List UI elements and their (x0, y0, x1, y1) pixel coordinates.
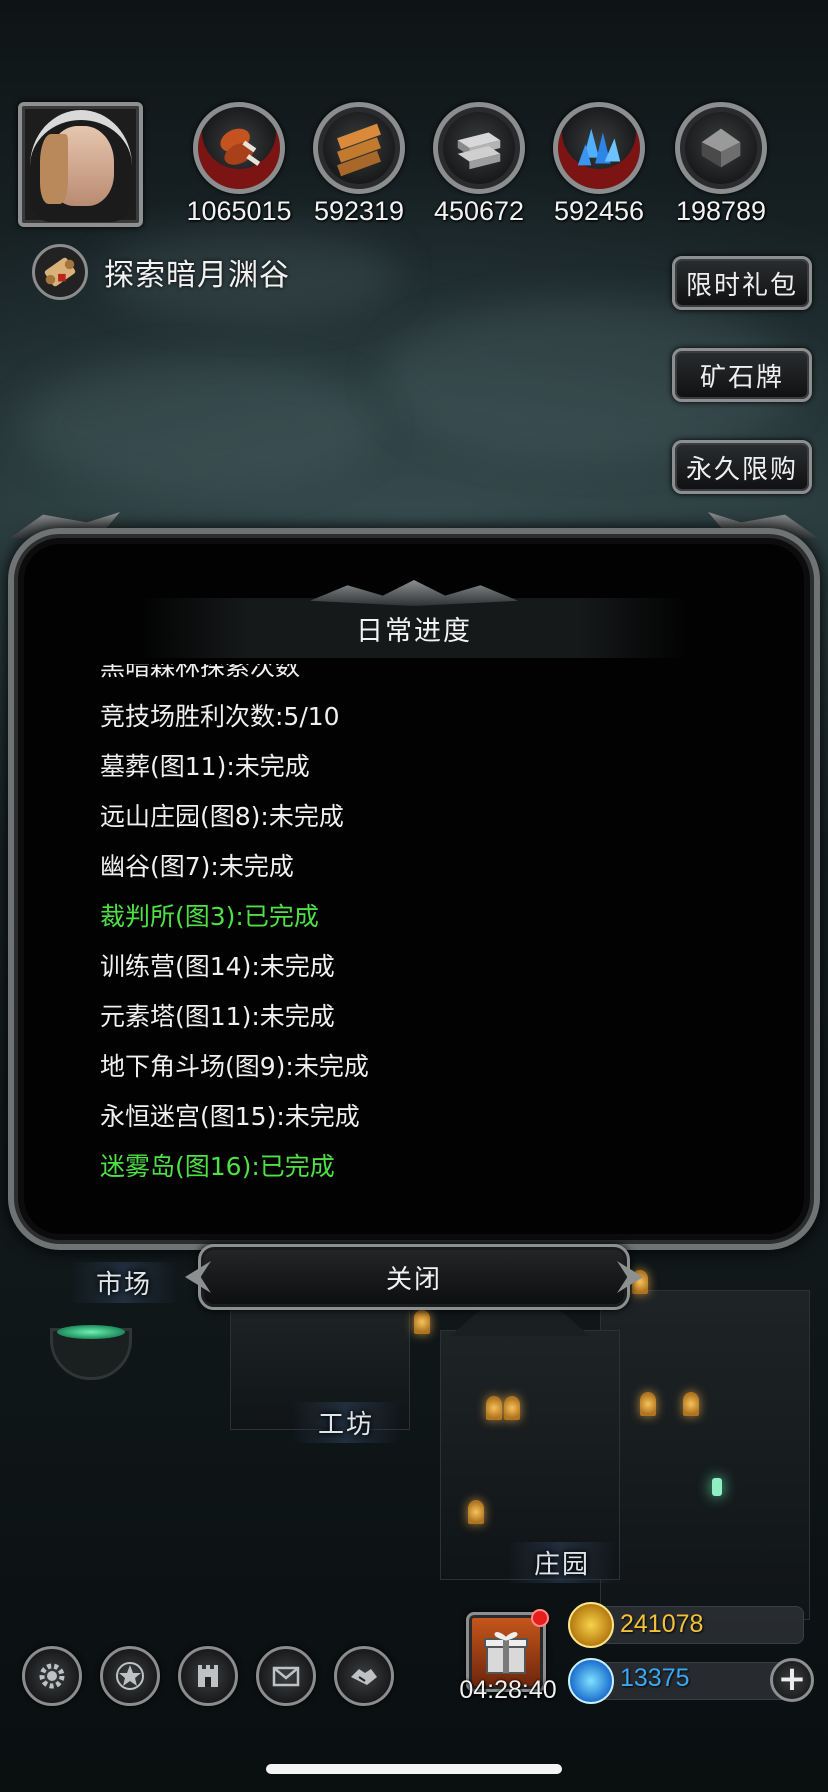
gift-timer: 04:28:40 (459, 1676, 557, 1704)
dialog-title: 日常进度 (356, 615, 472, 647)
dialog-title-bar: 日常进度 (140, 598, 688, 658)
progress-item: 幽谷(图7):未完成 (100, 852, 294, 881)
resource-wood[interactable]: 592319 (294, 102, 424, 227)
scroll-icon (32, 244, 88, 300)
add-gems-button[interactable]: + (770, 1658, 814, 1702)
resource-dark-metal[interactable]: 198789 (656, 102, 786, 227)
progress-item: 黑暗森林探索次数 (100, 664, 301, 681)
mail-icon (272, 1666, 300, 1687)
gear-icon (39, 1663, 65, 1689)
progress-item: 裁判所(图3):已完成 (100, 902, 319, 931)
gem-amount: 13375 (620, 1664, 690, 1692)
progress-item: 墓葬(图11):未完成 (100, 752, 310, 781)
dark-metal-count: 198789 (675, 196, 767, 226)
dark-metal-icon (675, 102, 767, 194)
permanent-limited-button[interactable]: 永久限购 (672, 440, 812, 494)
progress-item: 地下角斗场(图9):未完成 (100, 1052, 369, 1081)
meat-icon (193, 102, 285, 194)
player-avatar[interactable] (18, 102, 143, 227)
progress-item: 迷雾岛(图16):已完成 (100, 1152, 335, 1181)
cauldron (50, 1325, 132, 1380)
close-button[interactable]: 关闭 (198, 1244, 630, 1310)
gift-box-icon (484, 1632, 528, 1674)
gold-coins-icon (568, 1602, 614, 1648)
castle-icon (198, 1665, 218, 1687)
progress-item: 竞技场胜利次数:5/10 (100, 702, 340, 731)
mail-button[interactable] (256, 1646, 316, 1706)
progress-item: 训练营(图14):未完成 (100, 952, 335, 981)
place-label-workshop[interactable]: 工坊 (292, 1402, 401, 1443)
progress-list[interactable]: 黑暗森林探索次数竞技场胜利次数:5/10 墓葬(图11):未完成远山庄园(图8):… (100, 664, 760, 1184)
progress-item: 元素塔(图11):未完成 (100, 1002, 335, 1031)
home-indicator[interactable] (266, 1764, 562, 1774)
notification-dot (531, 1609, 549, 1627)
blue-gem-icon (568, 1658, 614, 1704)
ore-card-button[interactable]: 矿石牌 (672, 348, 812, 402)
iron-count: 450672 (433, 196, 525, 226)
wood-planks-icon (313, 102, 405, 194)
settings-button[interactable] (22, 1646, 82, 1706)
guild-button[interactable] (178, 1646, 238, 1706)
place-label-manor[interactable]: 庄园 (508, 1542, 617, 1583)
quest-text: 探索暗月渊谷 (104, 258, 290, 293)
meat-count: 1065015 (186, 196, 292, 226)
resource-crystal[interactable]: 592456 (534, 102, 664, 227)
star-icon (116, 1662, 144, 1690)
achievements-button[interactable] (100, 1646, 160, 1706)
progress-item: 远山庄园(图8):未完成 (100, 802, 344, 831)
blue-crystal-icon (553, 102, 645, 194)
wood-count: 592319 (313, 196, 405, 226)
resource-meat[interactable]: 1065015 (174, 102, 304, 227)
iron-ingot-icon (433, 102, 525, 194)
limited-gift-button[interactable]: 限时礼包 (672, 256, 812, 310)
trade-button[interactable] (334, 1646, 394, 1706)
progress-item: 永恒迷宫(图15):未完成 (100, 1102, 360, 1131)
current-quest[interactable]: 探索暗月渊谷 (32, 244, 290, 300)
resource-iron[interactable]: 450672 (414, 102, 544, 227)
gold-amount: 241078 (620, 1610, 704, 1638)
place-label-market[interactable]: 市场 (70, 1262, 179, 1303)
handshake-icon (351, 1669, 377, 1685)
crystal-count: 592456 (553, 196, 645, 226)
